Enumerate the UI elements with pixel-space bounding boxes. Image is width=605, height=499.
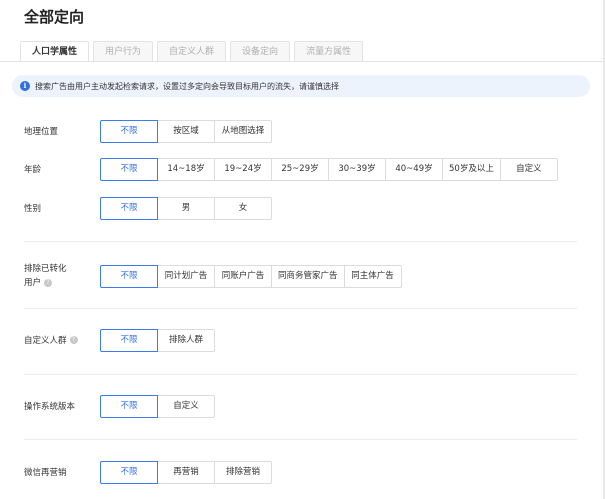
row-label: 微信再营销 <box>24 467 67 478</box>
notice-text: 搜索广告由用户主动发起检索请求，设置过多定向会导致目标用户的流失，请谨慎选择 <box>35 81 339 91</box>
option-same-plan-ads[interactable]: 同计划广告 <box>157 264 215 288</box>
help-icon[interactable]: ? <box>44 278 53 287</box>
option-female[interactable]: 女 <box>214 197 272 220</box>
help-icon[interactable]: ? <box>69 336 78 344</box>
tab-traffic[interactable]: 流量方属性 <box>294 41 364 62</box>
tabs-divider <box>0 61 605 62</box>
option-unlimited[interactable]: 不限 <box>100 264 158 288</box>
option-exclude-audience[interactable]: 排除人群 <box>157 329 215 352</box>
option-same-account-ads[interactable]: 同账户广告 <box>214 264 272 288</box>
tab-user-behavior[interactable]: 用户行为 <box>93 41 154 62</box>
option-by-region[interactable]: 按区域 <box>157 120 215 143</box>
section-divider <box>24 308 577 309</box>
row-label: 自定义人群? <box>24 334 100 348</box>
section-divider <box>24 241 577 242</box>
label-line-2: 用户 <box>24 278 42 288</box>
option-male[interactable]: 男 <box>157 197 215 220</box>
row-label: 年龄 <box>24 164 42 175</box>
option-group: 不限 同计划广告 同账户广告 同商务管家广告 同主体广告 <box>100 264 402 288</box>
row-wechat-remarketing: 微信再营销 不限 再营销 排除营销 <box>24 461 272 484</box>
option-unlimited[interactable]: 不限 <box>100 197 158 220</box>
option-group: 不限 男 女 <box>100 197 272 220</box>
row-label: 地理位置 <box>24 126 59 137</box>
option-same-business-manager-ads[interactable]: 同商务管家广告 <box>271 264 345 288</box>
option-exclude-marketing[interactable]: 排除营销 <box>214 461 272 484</box>
option-age-50-plus[interactable]: 50岁及以上 <box>442 158 501 181</box>
tab-bar: 人口学属性 用户行为 自定义人群 设备定向 流量方属性 <box>20 41 367 62</box>
label-line-1: 排除已转化 <box>24 264 67 274</box>
option-group: 不限 再营销 排除营销 <box>100 461 272 484</box>
option-age-30-39[interactable]: 30~39岁 <box>328 158 386 181</box>
row-geo: 地理位置 不限 按区域 从地图选择 <box>24 120 272 143</box>
option-age-14-18[interactable]: 14~18岁 <box>157 158 215 181</box>
tab-custom-audience[interactable]: 自定义人群 <box>157 41 227 62</box>
option-group: 不限 自定义 <box>100 395 215 418</box>
page-title: 全部定向 <box>24 8 85 26</box>
row-label: 性别 <box>24 203 42 214</box>
row-exclude-converted: 排除已转化 用户? 不限 同计划广告 同账户广告 同商务管家广告 同主体广告 <box>24 262 402 290</box>
label-text: 自定义人群 <box>24 335 67 346</box>
option-age-40-49[interactable]: 40~49岁 <box>385 158 443 181</box>
row-label: 排除已转化 用户? <box>24 262 100 290</box>
option-unlimited[interactable]: 不限 <box>100 329 158 352</box>
tab-demographics[interactable]: 人口学属性 <box>20 41 90 62</box>
section-divider <box>24 439 577 440</box>
option-group: 不限 14~18岁 19~24岁 25~29岁 30~39岁 40~49岁 50… <box>100 158 558 181</box>
option-custom[interactable]: 自定义 <box>499 158 558 181</box>
option-unlimited[interactable]: 不限 <box>100 395 158 418</box>
notice-bar: i 搜索广告由用户主动发起检索请求，设置过多定向会导致目标用户的流失，请谨慎选择 <box>12 75 590 97</box>
tab-device[interactable]: 设备定向 <box>230 41 291 62</box>
row-age: 年龄 不限 14~18岁 19~24岁 25~29岁 30~39岁 40~49岁… <box>24 158 558 181</box>
option-unlimited[interactable]: 不限 <box>100 158 158 181</box>
section-divider <box>24 374 577 375</box>
option-age-19-24[interactable]: 19~24岁 <box>214 158 272 181</box>
row-os-version: 操作系统版本 不限 自定义 <box>24 395 215 418</box>
info-icon: i <box>20 81 30 91</box>
option-group: 不限 排除人群 <box>100 329 215 352</box>
option-age-25-29[interactable]: 25~29岁 <box>271 158 329 181</box>
row-gender: 性别 不限 男 女 <box>24 197 272 220</box>
option-unlimited[interactable]: 不限 <box>100 461 158 484</box>
option-custom[interactable]: 自定义 <box>157 395 215 418</box>
option-unlimited[interactable]: 不限 <box>100 120 158 143</box>
option-group: 不限 按区域 从地图选择 <box>100 120 272 143</box>
row-custom-audience: 自定义人群? 不限 排除人群 <box>24 329 215 352</box>
row-label: 操作系统版本 <box>24 401 76 412</box>
option-same-entity-ads[interactable]: 同主体广告 <box>343 264 402 288</box>
option-remarketing[interactable]: 再营销 <box>157 461 215 484</box>
option-from-map[interactable]: 从地图选择 <box>214 120 272 143</box>
